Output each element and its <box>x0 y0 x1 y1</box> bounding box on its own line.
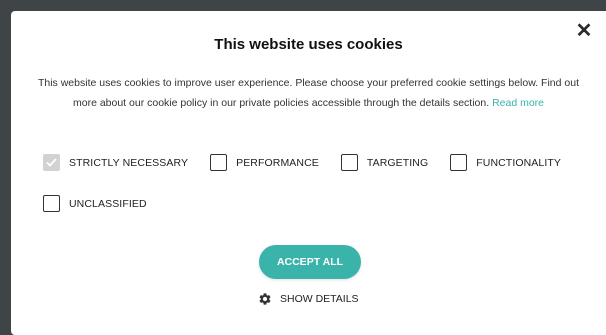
accept-all-button[interactable]: ACCEPT ALL <box>259 245 361 279</box>
checkbox-label: UNCLASSIFIED <box>69 197 147 210</box>
checkbox-box[interactable] <box>43 195 60 212</box>
checkbox-box[interactable] <box>450 154 468 171</box>
checkbox-strictly-necessary[interactable]: STRICTLY NECESSARY <box>43 154 188 171</box>
checkbox-functionality[interactable]: FUNCTIONALITY <box>450 154 561 171</box>
gear-icon <box>259 293 271 305</box>
dialog-title: This website uses cookies <box>214 36 403 53</box>
dialog-description: This website uses cookies to improve use… <box>27 73 590 113</box>
checkbox-box[interactable] <box>210 154 228 171</box>
checkbox-row-1: STRICTLY NECESSARY PERFORMANCE TARGETING… <box>43 154 583 171</box>
checkbox-performance[interactable]: PERFORMANCE <box>210 154 319 171</box>
checkbox-label: STRICTLY NECESSARY <box>69 156 189 169</box>
checkbox-targeting[interactable]: TARGETING <box>340 154 429 171</box>
checkbox-row-2: UNCLASSIFIED <box>43 195 169 212</box>
show-details-label: SHOW DETAILS <box>280 293 359 305</box>
checkbox-unclassified[interactable]: UNCLASSIFIED <box>43 195 147 212</box>
checkbox-box-checked[interactable] <box>43 154 60 171</box>
checkbox-label: TARGETING <box>366 156 429 169</box>
cookie-consent-dialog: ✕ This website uses cookies This website… <box>11 11 606 335</box>
checkbox-box[interactable] <box>340 154 358 171</box>
read-more-link[interactable]: Read more <box>492 97 544 109</box>
checkbox-label: PERFORMANCE <box>236 156 319 169</box>
checkbox-label: FUNCTIONALITY <box>476 156 561 169</box>
checkmark-icon <box>46 158 57 167</box>
show-details-button[interactable]: SHOW DETAILS <box>258 292 359 306</box>
